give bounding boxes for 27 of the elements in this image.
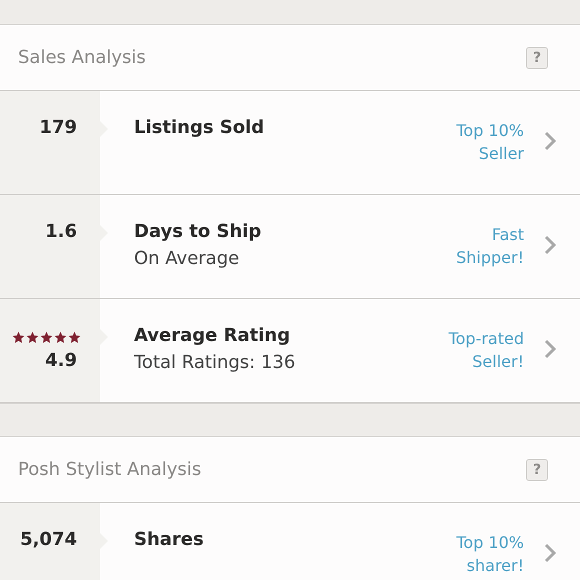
rank-label: Top-rated Seller! [448,328,524,373]
stat-value: 179 [39,117,77,138]
stat-title: Shares [134,529,205,550]
star-icon [54,331,67,344]
chevron-right-icon[interactable] [544,339,556,359]
stat-title: Average Rating [134,325,292,346]
rank-label: Top 10% sharer! [456,532,524,577]
star-icon [40,331,53,344]
section-title: Posh Stylist Analysis [18,459,202,480]
rank-label: Fast Shipper! [456,224,524,269]
stat-value: 1.6 [45,221,77,242]
help-button[interactable]: ? [526,458,548,480]
help-button[interactable]: ? [526,46,548,68]
stat-value: 4.9 [45,350,77,371]
star-icon [26,331,39,344]
stat-title: Listings Sold [134,117,266,138]
stat-title: Days to Ship [134,221,262,242]
section-title: Sales Analysis [18,47,146,68]
stat-value: 5,074 [20,529,77,550]
stat-subtitle: Total Ratings: 136 [134,352,296,373]
chevron-right-icon[interactable] [544,235,556,255]
chevron-right-icon[interactable] [544,543,556,563]
chevron-right-icon[interactable] [544,131,556,151]
rank-label: Top 10% Seller [456,120,524,165]
star-icon [68,331,81,344]
star-icon [12,331,25,344]
stat-subtitle: On Average [134,248,240,269]
